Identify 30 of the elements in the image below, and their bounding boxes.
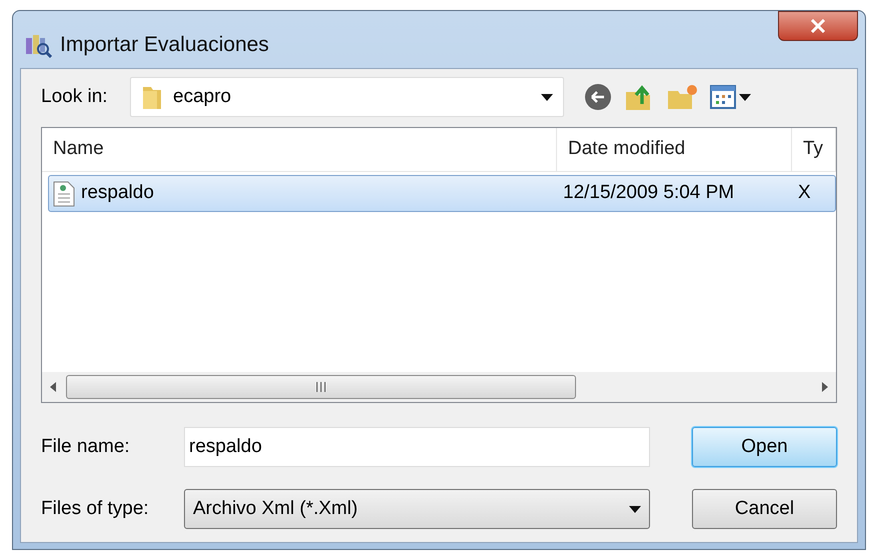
file-name-label: File name: [41,434,131,459]
scroll-right-icon[interactable] [822,382,828,392]
scroll-left-icon[interactable] [50,382,56,392]
file-type-label: Files of type: [41,496,150,521]
dropdown-arrow-icon [629,506,641,512]
dialog-button[interactable]: Cancel [692,489,837,529]
look-in-label: Look in: [41,84,109,109]
dropdown-arrow-icon [739,94,751,100]
horizontal-scrollbar[interactable] [42,372,836,402]
close-button[interactable] [778,11,858,41]
view-menu-button[interactable] [710,85,751,109]
date-cell-text: 12/15/2009 5:04 PM [563,181,734,206]
file-name-field[interactable]: respaldo [184,427,650,467]
file-type-dropdown[interactable]: Archivo Xml (*.Xml) [184,489,650,529]
file-name-cell-text: respaldo [81,181,154,206]
close-icon [810,19,826,33]
column-header[interactable]: Name [42,128,557,171]
grip-icon [316,382,326,392]
back-icon[interactable] [584,83,612,111]
dialog-button[interactable]: Open [692,427,837,467]
view-grid-icon [710,85,736,109]
column-header[interactable]: Date modified [557,128,792,171]
scroll-thumb[interactable] [66,375,576,399]
file-row[interactable]: respaldo 12/15/2009 5:04 PM X [48,175,836,212]
table-cell-text: X [798,181,811,206]
dropdown-arrow-icon [541,94,553,100]
look-in-dropdown[interactable]: ecapro [130,77,564,117]
column-header[interactable]: Ty [792,128,836,171]
window-title: Importar Evaluaciones [60,32,269,58]
document-icon [53,180,75,206]
